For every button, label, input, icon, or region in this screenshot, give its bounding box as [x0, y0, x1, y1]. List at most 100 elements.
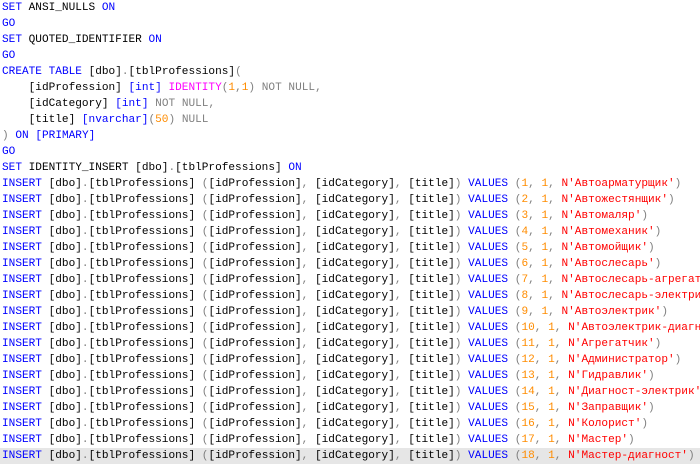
code-line[interactable]: INSERT [dbo].[tblProfessions] ([idProfes… [0, 368, 700, 384]
code-token-op: , [528, 290, 535, 302]
code-token-id: [idProfession] [208, 322, 302, 334]
sql-code-editor[interactable]: SET ANSI_NULLS ON GO SET QUOTED_IDENTIFIER… [0, 0, 700, 464]
code-token-id: [idCategory] [308, 434, 395, 446]
code-token-op: . [81, 178, 89, 190]
code-token-id: ANSI_NULLS [21, 2, 102, 14]
code-token-id: [idCategory] [308, 418, 395, 430]
code-line[interactable]: INSERT [dbo].[tblProfessions] ([idProfes… [0, 256, 700, 272]
code-line[interactable]: SET QUOTED_IDENTIFIER ON [0, 32, 700, 48]
code-token-id [508, 306, 515, 318]
code-token-op: ) [648, 402, 655, 414]
code-line[interactable]: [title] [nvarchar](50) NULL [0, 112, 700, 128]
code-token-str: N'Автомаляр' [561, 210, 642, 222]
code-token-id: [dbo] [41, 322, 82, 334]
code-line[interactable]: GO [0, 144, 700, 160]
code-token-id: [idCategory] [308, 338, 395, 350]
code-token-op: , [548, 242, 555, 254]
code-token-str: N'Автослесарь' [561, 258, 655, 270]
code-token-num: 1 [548, 434, 555, 446]
code-token-id: [title] [2, 114, 82, 126]
code-token-kw: INSERT [2, 434, 42, 446]
code-line[interactable]: GO [0, 48, 700, 64]
code-token-str: N'Заправщик' [568, 402, 649, 414]
code-token-str: N'Гидравлик' [568, 370, 649, 382]
code-token-str: N'Автоарматурщик' [561, 178, 675, 190]
code-line[interactable]: INSERT [dbo].[tblProfessions] ([idProfes… [0, 416, 700, 432]
code-token-id: [idCategory] [308, 226, 395, 238]
code-token-id [561, 450, 568, 462]
code-token-kw: VALUES [468, 258, 509, 270]
code-line[interactable]: INSERT [dbo].[tblProfessions] ([idProfes… [0, 288, 700, 304]
code-token-num: 13 [521, 370, 535, 382]
code-line[interactable]: INSERT [dbo].[tblProfessions] ([idProfes… [0, 272, 700, 288]
code-line[interactable]: [idCategory] [int] NOT NULL, [0, 96, 700, 112]
code-line[interactable]: SET ANSI_NULLS ON [0, 0, 700, 16]
code-token-op: , [394, 194, 402, 206]
code-line[interactable]: INSERT [dbo].[tblProfessions] ([idProfes… [0, 432, 700, 448]
code-token-op: , [394, 274, 402, 286]
code-token-num: 1 [548, 418, 555, 430]
code-line-current[interactable]: INSERT [dbo].[tblProfessions] ([idProfes… [0, 448, 700, 464]
code-token-op: . [81, 242, 89, 254]
code-token-num: 12 [521, 354, 535, 366]
code-token-kw: INSERT [2, 450, 42, 462]
code-token-id: [title] [401, 386, 455, 398]
code-line[interactable]: CREATE TABLE [dbo].[tblProfessions]( [0, 64, 700, 80]
code-token-kw: GO [2, 18, 16, 30]
code-line[interactable]: INSERT [dbo].[tblProfessions] ([idProfes… [0, 336, 700, 352]
code-line[interactable]: INSERT [dbo].[tblProfessions] ([idProfes… [0, 320, 700, 336]
code-token-op: . [81, 450, 89, 462]
code-token-id: [tblProfessions] [88, 434, 202, 446]
code-token-op: , [394, 386, 402, 398]
code-line[interactable]: INSERT [dbo].[tblProfessions] ([idProfes… [0, 208, 700, 224]
code-line[interactable]: INSERT [dbo].[tblProfessions] ([idProfes… [0, 352, 700, 368]
code-token-num: 18 [521, 450, 535, 462]
code-token-id: [dbo] [41, 258, 82, 270]
code-token-id: [title] [401, 242, 455, 254]
code-token-op: ) [454, 450, 462, 462]
code-token-str: N'Автослесарь-агрегатчик' [561, 274, 700, 286]
code-line[interactable]: INSERT [dbo].[tblProfessions] ([idProfes… [0, 304, 700, 320]
code-token-op: , [548, 290, 555, 302]
code-token-op: , [394, 354, 402, 366]
code-line[interactable]: INSERT [dbo].[tblProfessions] ([idProfes… [0, 192, 700, 208]
code-line[interactable]: [idProfession] [int] IDENTITY(1,1) NOT N… [0, 80, 700, 96]
code-line[interactable]: GO [0, 16, 700, 32]
code-token-id [175, 114, 182, 126]
code-token-id [508, 434, 515, 446]
code-token-op: ) [2, 130, 9, 142]
code-line[interactable]: ) ON [PRIMARY] [0, 128, 700, 144]
code-token-id: [dbo] [41, 370, 82, 382]
code-token-id [42, 66, 49, 78]
code-line[interactable]: INSERT [dbo].[tblProfessions] ([idProfes… [0, 400, 700, 416]
code-token-op: . [81, 274, 89, 286]
code-token-op: . [81, 290, 89, 302]
code-token-id: [tblProfessions] [88, 242, 202, 254]
code-token-id: [title] [401, 402, 455, 414]
code-token-id: [tblProfessions] [88, 322, 202, 334]
code-line[interactable]: SET IDENTITY_INSERT [dbo].[tblProfession… [0, 160, 700, 176]
code-line[interactable]: INSERT [dbo].[tblProfessions] ([idProfes… [0, 240, 700, 256]
code-token-op: , [394, 290, 402, 302]
code-line[interactable]: INSERT [dbo].[tblProfessions] ([idProfes… [0, 384, 700, 400]
code-token-op: . [81, 322, 89, 334]
code-token-id: [tblProfessions] [175, 162, 289, 174]
code-token-op: NULL [288, 82, 316, 94]
code-token-kw: INSERT [2, 274, 42, 286]
code-token-id: [title] [401, 274, 455, 286]
code-line[interactable]: INSERT [dbo].[tblProfessions] ([idProfes… [0, 224, 700, 240]
code-token-kw: INSERT [2, 178, 42, 190]
code-token-kw: ON [148, 34, 162, 46]
code-token-id: [idProfession] [208, 210, 302, 222]
code-token-id: [idCategory] [308, 274, 395, 286]
code-token-id: [tblProfessions] [88, 210, 202, 222]
code-line[interactable]: INSERT [dbo].[tblProfessions] ([idProfes… [0, 176, 700, 192]
code-token-id: [tblProfessions] [88, 178, 202, 190]
code-token-id: [title] [401, 194, 455, 206]
code-token-op: , [548, 194, 555, 206]
code-token-op: , [528, 226, 535, 238]
code-token-str: N'Мастер-диагност' [568, 450, 688, 462]
code-token-id [508, 226, 515, 238]
code-token-id: [tblProfessions] [88, 226, 202, 238]
code-token-op: , [394, 178, 402, 190]
